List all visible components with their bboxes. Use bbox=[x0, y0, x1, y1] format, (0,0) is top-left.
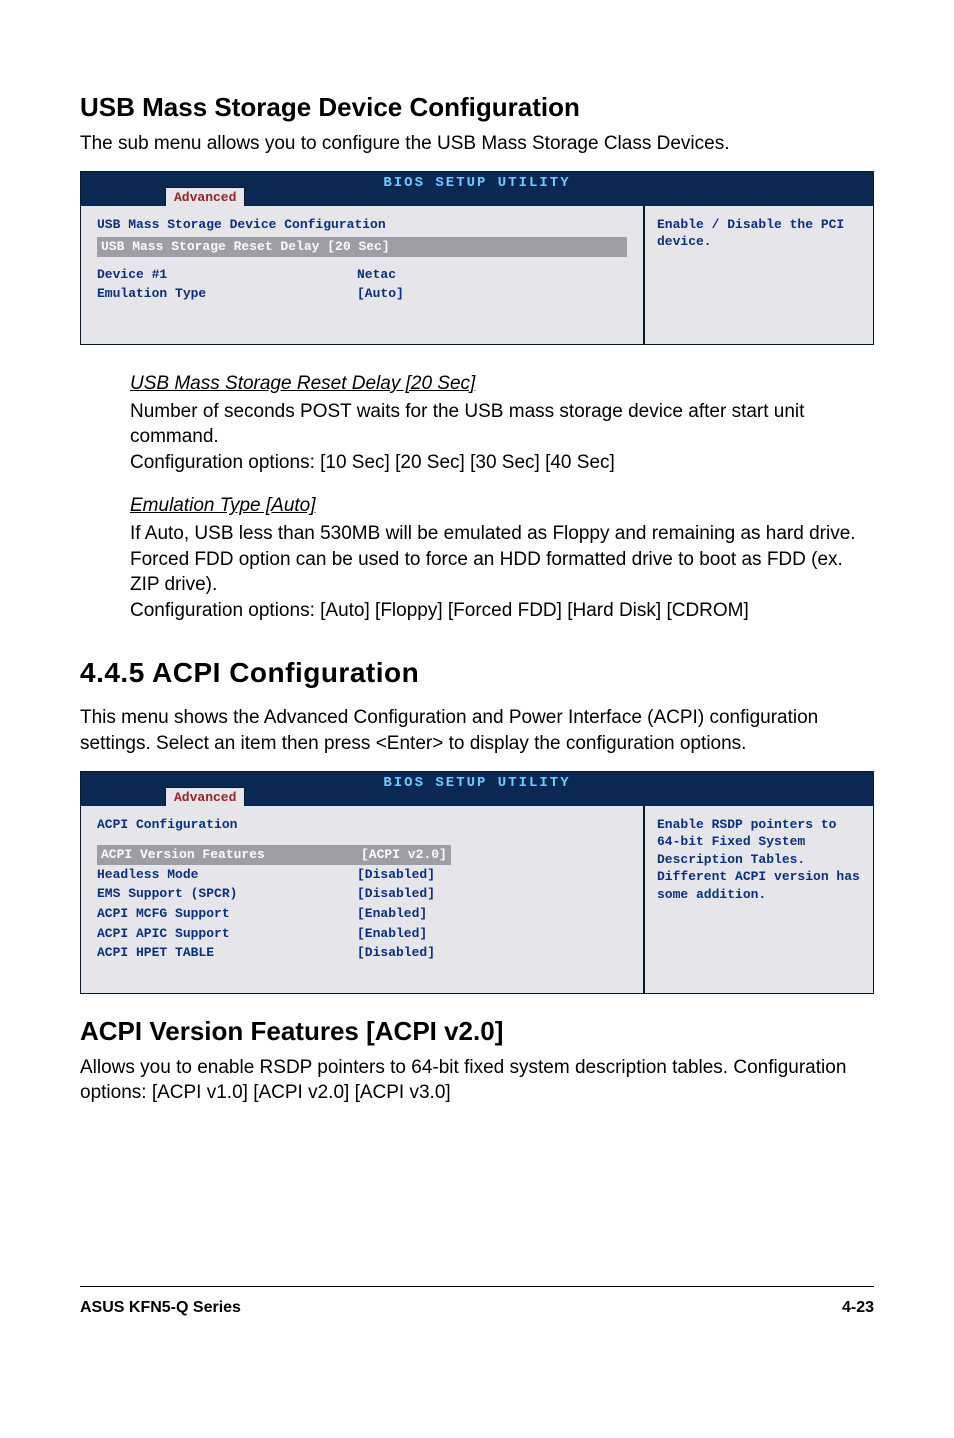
usb-mass-storage-intro: The sub menu allows you to configure the… bbox=[80, 131, 874, 157]
opt-config-options: Configuration options: [10 Sec] [20 Sec]… bbox=[130, 452, 615, 473]
opt-body-text: Number of seconds POST waits for the USB… bbox=[130, 401, 804, 448]
bios-header-title: BIOS SETUP UTILITY bbox=[383, 174, 570, 193]
footer-left: ASUS KFN5-Q Series bbox=[80, 1297, 241, 1319]
bios-tab-advanced[interactable]: Advanced bbox=[165, 187, 245, 206]
page-footer: ASUS KFN5-Q Series 4-23 bbox=[80, 1286, 874, 1319]
bios-row[interactable]: Emulation Type [Auto] bbox=[97, 284, 627, 304]
opt-body-text: If Auto, USB less than 530MB will be emu… bbox=[130, 523, 856, 595]
bios-help-pane: Enable / Disable the PCI device. bbox=[643, 206, 873, 344]
bios-header: BIOS SETUP UTILITY Advanced bbox=[81, 172, 873, 206]
bios-row[interactable]: ACPI APIC Support [Enabled] bbox=[97, 924, 627, 944]
bios-row-val: Netac bbox=[357, 266, 396, 284]
bios-row[interactable]: ACPI HPET TABLE [Disabled] bbox=[97, 943, 627, 963]
bios-row-key: Emulation Type bbox=[97, 285, 357, 303]
bios-highlighted-option[interactable]: USB Mass Storage Reset Delay [20 Sec] bbox=[97, 237, 627, 257]
bios-row-val: [Enabled] bbox=[357, 925, 427, 943]
bios-row-key: Device #1 bbox=[97, 266, 357, 284]
bios-left-pane: ACPI Configuration ACPI Version Features… bbox=[81, 806, 643, 993]
bios-highlighted-val[interactable]: [ACPI v2.0] bbox=[357, 845, 451, 865]
bios-panel-heading: USB Mass Storage Device Configuration bbox=[97, 216, 627, 234]
bios-header: BIOS SETUP UTILITY Advanced bbox=[81, 772, 873, 806]
opt-config-options: Configuration options: [Auto] [Floppy] [… bbox=[130, 600, 749, 621]
bios-row-val: [Enabled] bbox=[357, 905, 427, 923]
bios-help-pane: Enable RSDP pointers to 64-bit Fixed Sys… bbox=[643, 806, 873, 993]
acpi-version-features-heading: ACPI Version Features [ACPI v2.0] bbox=[80, 1014, 874, 1049]
bios-tab-advanced[interactable]: Advanced bbox=[165, 787, 245, 806]
bios-row-val: [Disabled] bbox=[357, 866, 435, 884]
bios-row[interactable]: ACPI MCFG Support [Enabled] bbox=[97, 904, 627, 924]
bios-row-val: [Auto] bbox=[357, 285, 404, 303]
acpi-version-features-body: Allows you to enable RSDP pointers to 64… bbox=[80, 1055, 874, 1106]
bios-row[interactable]: EMS Support (SPCR) [Disabled] bbox=[97, 884, 627, 904]
acpi-configuration-heading: 4.4.5 ACPI Configuration bbox=[80, 654, 874, 692]
usb-mass-storage-heading: USB Mass Storage Device Configuration bbox=[80, 90, 874, 125]
bios-left-pane: USB Mass Storage Device Configuration US… bbox=[81, 206, 643, 344]
bios-panel-acpi: BIOS SETUP UTILITY Advanced ACPI Configu… bbox=[80, 771, 874, 994]
bios-row-key: Headless Mode bbox=[97, 866, 357, 884]
bios-row-key: ACPI MCFG Support bbox=[97, 905, 357, 923]
opt-heading-reset-delay: USB Mass Storage Reset Delay [20 Sec] bbox=[130, 371, 874, 397]
bios-row-key: ACPI APIC Support bbox=[97, 925, 357, 943]
bios-help-text: Enable RSDP pointers to 64-bit Fixed Sys… bbox=[657, 817, 860, 902]
bios-highlighted-key[interactable]: ACPI Version Features bbox=[97, 845, 357, 865]
bios-help-text: Enable / Disable the PCI device. bbox=[657, 217, 844, 250]
bios-panel-heading: ACPI Configuration bbox=[97, 816, 627, 834]
bios-row-key: ACPI HPET TABLE bbox=[97, 944, 357, 962]
bios-row[interactable]: Device #1 Netac bbox=[97, 265, 627, 285]
bios-row-key: EMS Support (SPCR) bbox=[97, 885, 357, 903]
acpi-configuration-intro: This menu shows the Advanced Configurati… bbox=[80, 705, 874, 756]
footer-right: 4-23 bbox=[842, 1297, 874, 1319]
bios-header-title: BIOS SETUP UTILITY bbox=[383, 774, 570, 793]
bios-panel-usb: BIOS SETUP UTILITY Advanced USB Mass Sto… bbox=[80, 171, 874, 345]
bios-row-val: [Disabled] bbox=[357, 944, 435, 962]
bios-row[interactable]: Headless Mode [Disabled] bbox=[97, 865, 627, 885]
opt-heading-emulation-type: Emulation Type [Auto] bbox=[130, 493, 874, 519]
bios-row-val: [Disabled] bbox=[357, 885, 435, 903]
